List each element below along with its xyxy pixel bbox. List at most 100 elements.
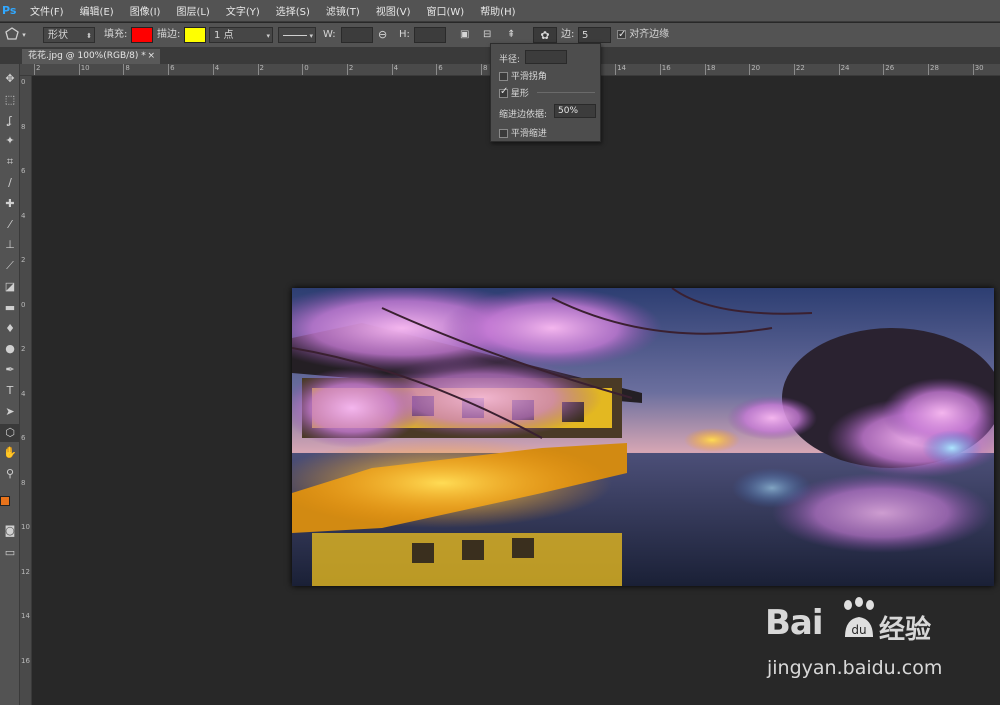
hand-tool-icon[interactable]: ✋	[0, 444, 20, 462]
foreground-color-swatch[interactable]	[0, 496, 10, 506]
gradient-tool-icon[interactable]: ▬	[0, 299, 20, 317]
ruler-left-label: 4	[21, 211, 26, 220]
document-tab[interactable]: 花花.jpg @ 100%(RGB/8) * ×	[22, 49, 160, 64]
magic-wand-tool-icon[interactable]: ✦	[0, 132, 20, 150]
align-edges-checkbox[interactable]	[617, 27, 626, 43]
ruler-top-label: 8	[483, 64, 488, 72]
zoom-tool-icon[interactable]: ⚲	[0, 465, 20, 483]
watermark-brand-chinese: 经验	[879, 615, 932, 645]
ruler-left-label: 2	[21, 345, 26, 353]
type-tool-icon[interactable]: T	[0, 382, 20, 400]
ruler-left-label: 14	[21, 612, 30, 620]
align-edges-toggle[interactable]: 对齐边缘	[617, 27, 669, 43]
stroke-type-select[interactable]: ▾	[278, 27, 316, 43]
path-arrangement-icon[interactable]: ⇞	[507, 27, 515, 43]
tool-preset-picker[interactable]: ▾	[5, 27, 35, 43]
ruler-tick	[123, 64, 125, 75]
stroke-width-value: 1 点	[214, 30, 234, 41]
radius-label: 半径:	[499, 55, 521, 65]
ruler-tick	[481, 64, 482, 75]
path-alignment-icon[interactable]: ⊟	[483, 27, 491, 43]
tools-panel: ✥ ⬚ ʆ ✦ ⌗ ∕ ✚ ⁄ ⊥ ⟋ ◪ ▬ ♦ ● ✒ T ➤ ⬡ ✋ ⚲ ◙ ▭	[0, 64, 20, 705]
quick-mask-icon[interactable]: ◙	[0, 522, 20, 540]
marquee-tool-icon[interactable]: ⬚	[0, 91, 20, 109]
stroke-line-preview	[283, 34, 307, 36]
history-brush-tool-icon[interactable]: ⟋	[0, 257, 20, 275]
height-input[interactable]	[414, 27, 446, 43]
indent-input[interactable]: 50%	[554, 104, 596, 118]
menu-item[interactable]: 窗口(W)	[418, 3, 472, 18]
photoshop-logo: Ps	[2, 3, 17, 17]
menu-item[interactable]: 文字(Y)	[218, 3, 268, 18]
menu-bar: Ps 文件(F) 编辑(E) 图像(I) 图层(L) 文字(Y) 选择(S) 滤镜(T) 视图…	[0, 0, 1000, 22]
ruler-top-label: 6	[438, 64, 443, 72]
ruler-top-label: 18	[706, 64, 716, 72]
menu-item[interactable]: 选择(S)	[268, 3, 318, 18]
tool-mode-select[interactable]: 形状 ⬍	[43, 27, 95, 43]
link-icon[interactable]: ⊖	[378, 27, 387, 43]
ruler-left-label: 4	[21, 389, 26, 398]
dodge-tool-icon[interactable]: ●	[0, 340, 20, 358]
brush-tool-icon[interactable]: ⁄	[0, 216, 20, 234]
smooth-indent-row[interactable]: 平滑缩进	[499, 126, 547, 139]
width-input[interactable]	[341, 27, 373, 43]
healing-tool-icon[interactable]: ✚	[0, 195, 20, 213]
polygon-tool-icon[interactable]: ⬡	[0, 423, 20, 442]
close-tab-icon[interactable]: ×	[147, 49, 155, 64]
menu-item[interactable]: 编辑(E)	[72, 3, 122, 18]
clone-stamp-tool-icon[interactable]: ⊥	[0, 236, 20, 254]
ruler-top-label: 4	[214, 64, 220, 72]
menu-item[interactable]: 滤镜(T)	[318, 3, 368, 18]
path-select-tool-icon[interactable]: ➤	[0, 403, 20, 421]
sides-input[interactable]: 5	[578, 27, 611, 43]
star-row[interactable]: 星形	[499, 86, 529, 99]
menu-item[interactable]: 图像(I)	[122, 3, 169, 18]
screen-mode-icon[interactable]: ▭	[0, 544, 20, 562]
ruler-left-label: 2	[21, 256, 26, 264]
ruler-tick	[346, 64, 348, 75]
ruler-left-label: 12	[21, 567, 30, 576]
document-image[interactable]	[292, 288, 994, 586]
eraser-tool-icon[interactable]: ◪	[0, 278, 20, 296]
watermark-brand: Bai	[765, 603, 824, 643]
ruler-tick	[615, 64, 617, 75]
menu-item[interactable]: 图层(L)	[168, 3, 217, 18]
left-ruler[interactable]: 0 8 6 4 2 0 2 4 6 8 10 12 14 16	[20, 76, 32, 705]
stroke-width-field[interactable]: 1 点 ▾	[209, 27, 273, 43]
menu-item[interactable]: 视图(V)	[368, 3, 419, 18]
smooth-corners-checkbox[interactable]	[499, 72, 508, 81]
tool-mode-value: 形状	[48, 30, 68, 41]
baidu-paw-icon: du	[839, 597, 879, 644]
fill-label: 填充:	[104, 29, 128, 40]
radius-input[interactable]	[525, 50, 567, 64]
move-tool-icon[interactable]: ✥	[0, 70, 20, 88]
menu-item[interactable]: 文件(F)	[22, 3, 72, 18]
ruler-left-label: 16	[21, 656, 30, 665]
ruler-top-label: 0	[304, 64, 309, 72]
ruler-top-label: 14	[617, 64, 627, 72]
fill-color-swatch[interactable]	[131, 27, 153, 43]
star-label: 星形	[510, 89, 529, 99]
geometry-options-gear-icon[interactable]: ✿	[533, 27, 557, 43]
star-checkbox[interactable]	[499, 86, 508, 98]
ruler-left-label: 0	[21, 300, 26, 309]
baidu-jingyan-watermark: Bai du 经验 jingyan.baidu.com	[765, 597, 965, 687]
lasso-tool-icon[interactable]: ʆ	[0, 112, 20, 130]
ruler-left-label: 6	[21, 434, 26, 442]
ruler-left-label: 10	[21, 523, 30, 531]
smooth-indent-checkbox[interactable]	[499, 129, 508, 138]
ruler-left-label: 8	[21, 122, 26, 131]
menu-items: 文件(F) 编辑(E) 图像(I) 图层(L) 文字(Y) 选择(S) 滤镜(T) 视图(V)…	[22, 3, 524, 18]
ruler-tick	[436, 64, 438, 75]
eyedropper-tool-icon[interactable]: ∕	[0, 174, 20, 192]
crop-tool-icon[interactable]: ⌗	[0, 153, 20, 171]
smooth-corners-row[interactable]: 平滑拐角	[499, 69, 547, 82]
blur-tool-icon[interactable]: ♦	[0, 320, 20, 338]
document-tab-title: 花花.jpg @ 100%(RGB/8) *	[28, 51, 146, 61]
ruler-tick	[34, 64, 35, 75]
menu-item[interactable]: 帮助(H)	[472, 3, 523, 18]
path-operations-icon[interactable]: ▣	[460, 27, 469, 43]
ruler-tick	[883, 64, 885, 75]
pen-tool-icon[interactable]: ✒	[0, 361, 20, 379]
stroke-color-swatch[interactable]	[184, 27, 206, 43]
